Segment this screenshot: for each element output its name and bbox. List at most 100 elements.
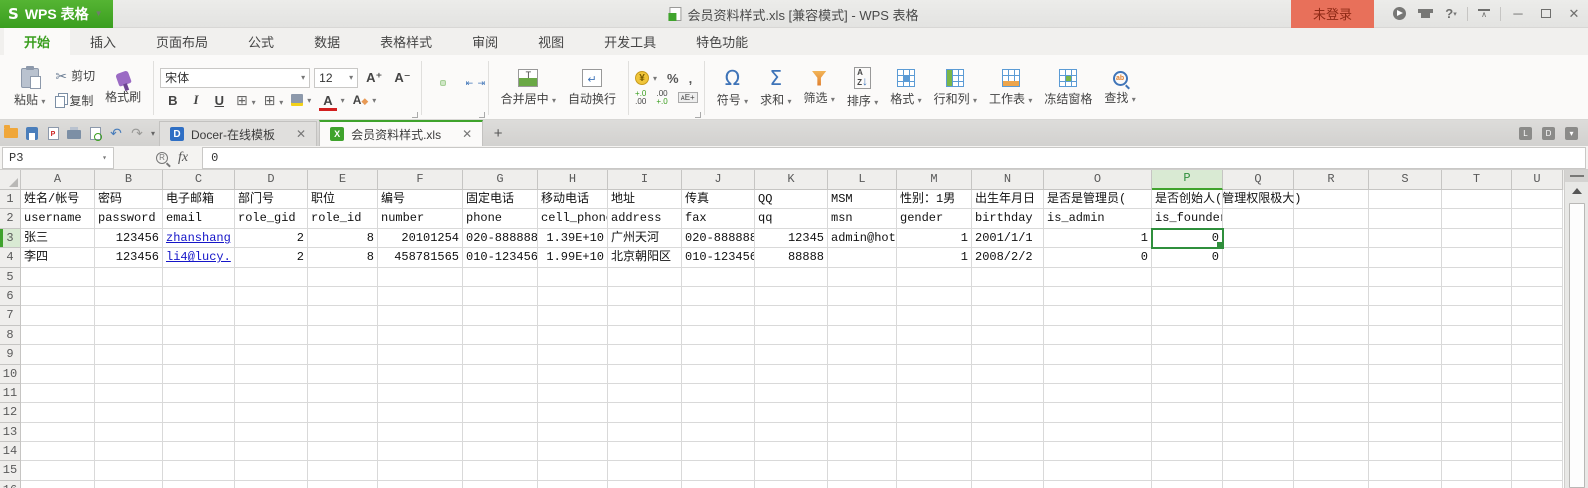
- scrollbar-thumb[interactable]: [1569, 203, 1585, 488]
- vertical-scrollbar[interactable]: [1564, 170, 1588, 488]
- column-header-T[interactable]: T: [1442, 170, 1512, 190]
- cell-R2[interactable]: [1294, 209, 1369, 228]
- cell-B12[interactable]: [95, 403, 163, 422]
- column-header-N[interactable]: N: [972, 170, 1044, 190]
- cell-C11[interactable]: [163, 384, 235, 403]
- cell-Q11[interactable]: [1223, 384, 1294, 403]
- justify-button[interactable]: [464, 90, 470, 96]
- cell-R1[interactable]: [1294, 190, 1369, 209]
- cell-J9[interactable]: [682, 345, 755, 364]
- cell-G6[interactable]: [463, 287, 538, 306]
- cell-P6[interactable]: [1152, 287, 1223, 306]
- cell-U10[interactable]: [1512, 365, 1563, 384]
- cell-D1[interactable]: 部门号: [235, 190, 308, 209]
- export-pdf-button[interactable]: P: [46, 126, 60, 140]
- column-header-F[interactable]: F: [378, 170, 463, 190]
- column-header-H[interactable]: H: [538, 170, 608, 190]
- cell-A3[interactable]: 张三: [21, 229, 95, 248]
- underline-button[interactable]: U: [211, 93, 228, 108]
- cell-C13[interactable]: [163, 423, 235, 442]
- history-icon[interactable]: L: [1519, 127, 1532, 140]
- cell-T14[interactable]: [1442, 442, 1512, 461]
- cell-S9[interactable]: [1369, 345, 1442, 364]
- column-header-D[interactable]: D: [235, 170, 308, 190]
- cell-S13[interactable]: [1369, 423, 1442, 442]
- copy-button[interactable]: 复制: [51, 90, 99, 111]
- cell-T4[interactable]: [1442, 248, 1512, 267]
- rows-columns-button[interactable]: 行和列 ▾: [928, 67, 983, 109]
- cell-R3[interactable]: [1294, 229, 1369, 248]
- cell-S10[interactable]: [1369, 365, 1442, 384]
- cell-O14[interactable]: [1044, 442, 1152, 461]
- cell-C10[interactable]: [163, 365, 235, 384]
- cell-M12[interactable]: [897, 403, 972, 422]
- cell-A1[interactable]: 姓名/帐号: [21, 190, 95, 209]
- cell-O9[interactable]: [1044, 345, 1152, 364]
- layout-switch-icon[interactable]: ▾: [1565, 127, 1578, 140]
- cell-N10[interactable]: [972, 365, 1044, 384]
- cell-I8[interactable]: [608, 326, 682, 345]
- maximize-button[interactable]: [1532, 0, 1560, 28]
- bold-button[interactable]: B: [164, 93, 181, 108]
- name-box[interactable]: P3▾: [2, 147, 114, 169]
- cell-C15[interactable]: [163, 461, 235, 480]
- ribbon-tab-2[interactable]: 页面布局: [136, 28, 228, 55]
- cell-K12[interactable]: [755, 403, 828, 422]
- cell-U1[interactable]: [1512, 190, 1563, 209]
- cell-C2[interactable]: email: [163, 209, 235, 228]
- cell-G4[interactable]: 010-123456: [463, 248, 538, 267]
- cell-C14[interactable]: [163, 442, 235, 461]
- cell-L12[interactable]: [828, 403, 897, 422]
- cell-A12[interactable]: [21, 403, 95, 422]
- ribbon-tab-8[interactable]: 开发工具: [584, 28, 676, 55]
- cell-A2[interactable]: username: [21, 209, 95, 228]
- undo-button[interactable]: ↶: [109, 126, 123, 140]
- cell-U12[interactable]: [1512, 403, 1563, 422]
- row-header-11[interactable]: 11: [0, 384, 21, 403]
- cell-S14[interactable]: [1369, 442, 1442, 461]
- cell-S12[interactable]: [1369, 403, 1442, 422]
- row-header-12[interactable]: 12: [0, 403, 21, 422]
- cell-F6[interactable]: [378, 287, 463, 306]
- cell-P12[interactable]: [1152, 403, 1223, 422]
- font-size-select[interactable]: 12▾: [314, 68, 358, 88]
- cell-S11[interactable]: [1369, 384, 1442, 403]
- cell-L1[interactable]: MSM: [828, 190, 897, 209]
- cell-G2[interactable]: phone: [463, 209, 538, 228]
- cell-U13[interactable]: [1512, 423, 1563, 442]
- decrease-font-button[interactable]: A⁻: [390, 70, 414, 86]
- cell-O10[interactable]: [1044, 365, 1152, 384]
- cell-B9[interactable]: [95, 345, 163, 364]
- new-tab-button[interactable]: +: [485, 121, 511, 146]
- clear-format-button[interactable]: A▾: [353, 93, 377, 107]
- cell-R10[interactable]: [1294, 365, 1369, 384]
- ribbon-tab-3[interactable]: 公式: [228, 28, 294, 55]
- italic-button[interactable]: I: [190, 92, 203, 108]
- cell-G14[interactable]: [463, 442, 538, 461]
- cell-K5[interactable]: [755, 268, 828, 287]
- increase-indent-button[interactable]: [476, 80, 482, 86]
- cell-O1[interactable]: 是否是管理员(: [1044, 190, 1152, 209]
- cell-M3[interactable]: 1: [897, 229, 972, 248]
- cell-Q14[interactable]: [1223, 442, 1294, 461]
- cell-E2[interactable]: role_id: [308, 209, 378, 228]
- cell-C16[interactable]: [163, 481, 235, 488]
- cell-P2[interactable]: is_founder: [1152, 209, 1223, 228]
- cell-G10[interactable]: [463, 365, 538, 384]
- scientific-format-button[interactable]: ᴀE+: [678, 92, 698, 103]
- cell-U5[interactable]: [1512, 268, 1563, 287]
- cell-G13[interactable]: [463, 423, 538, 442]
- cell-O5[interactable]: [1044, 268, 1152, 287]
- cell-A9[interactable]: [21, 345, 95, 364]
- cell-N7[interactable]: [972, 306, 1044, 325]
- cell-S8[interactable]: [1369, 326, 1442, 345]
- cell-G3[interactable]: 020-888888: [463, 229, 538, 248]
- cell-P16[interactable]: [1152, 481, 1223, 488]
- cell-B2[interactable]: password: [95, 209, 163, 228]
- cell-H5[interactable]: [538, 268, 608, 287]
- cell-R13[interactable]: [1294, 423, 1369, 442]
- cell-F1[interactable]: 编号: [378, 190, 463, 209]
- column-header-C[interactable]: C: [163, 170, 235, 190]
- cell-B10[interactable]: [95, 365, 163, 384]
- ribbon-tab-1[interactable]: 插入: [70, 28, 136, 55]
